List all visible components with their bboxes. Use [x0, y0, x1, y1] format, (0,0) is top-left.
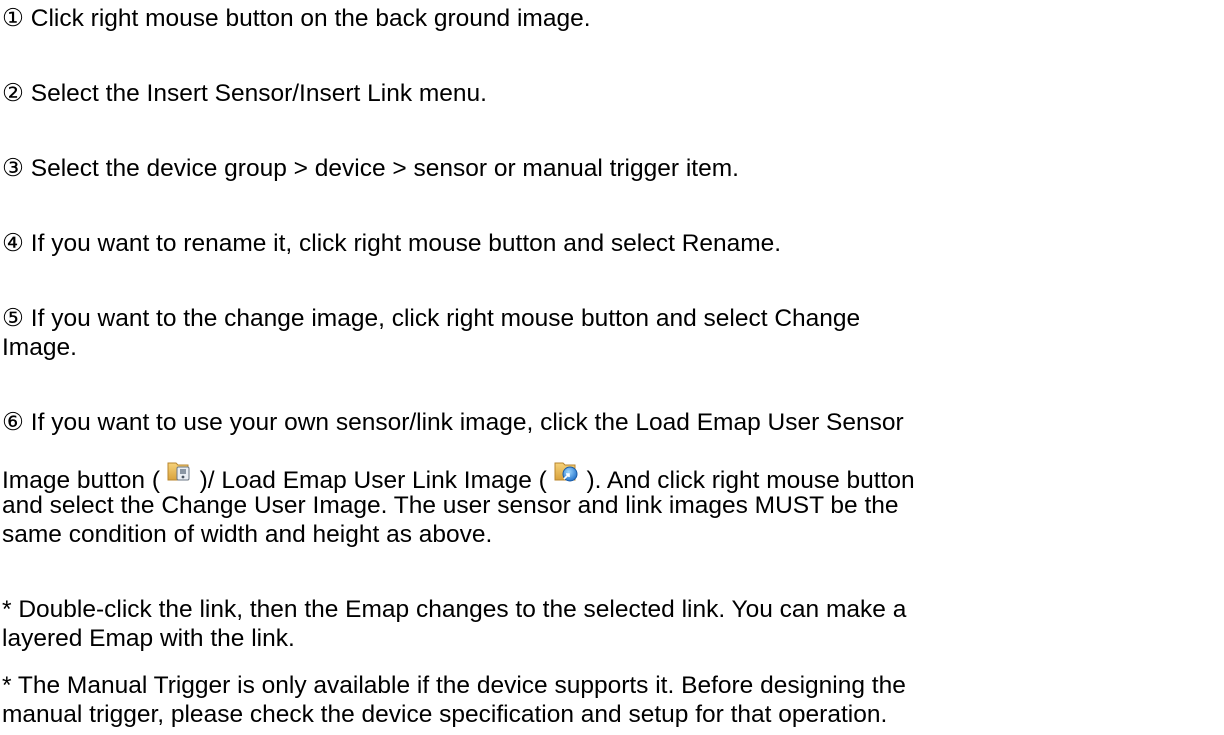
- step-5-line-1: ⑤ If you want to the change image, click…: [2, 305, 861, 332]
- step-6-line-2: Image button ( )/ Load Emap User Link Im…: [2, 458, 915, 495]
- note-1-line-1: * Double-click the link, then the Emap c…: [2, 596, 907, 623]
- step-4: ④ If you want to rename it, click right …: [2, 230, 782, 257]
- step-6-line-2-b: )/ Load Emap User Link Image (: [199, 467, 547, 494]
- step-2: ② Select the Insert Sensor/Insert Link m…: [2, 80, 487, 107]
- step-5-line-2: Image.: [2, 334, 77, 361]
- step-3: ③ Select the device group > device > sen…: [2, 155, 739, 182]
- load-emap-user-link-image-icon: [554, 458, 580, 484]
- step-6-line-1: ⑥ If you want to use your own sensor/lin…: [2, 409, 904, 436]
- note-1-line-2: layered Emap with the link.: [2, 625, 295, 652]
- step-6-line-4: same condition of width and height as ab…: [2, 521, 493, 548]
- load-emap-user-sensor-image-icon: [167, 458, 193, 484]
- step-6-line-2-c: ). And click right mouse button: [586, 467, 915, 494]
- step-6-line-2-a: Image button (: [2, 467, 160, 494]
- note-2-line-1: * The Manual Trigger is only available i…: [2, 672, 906, 699]
- step-1: ① Click right mouse button on the back g…: [2, 5, 591, 32]
- step-6-line-3: and select the Change User Image. The us…: [2, 492, 899, 519]
- note-2-line-2: manual trigger, please check the device …: [2, 701, 888, 728]
- instructions-document: ① Click right mouse button on the back g…: [0, 0, 1224, 735]
